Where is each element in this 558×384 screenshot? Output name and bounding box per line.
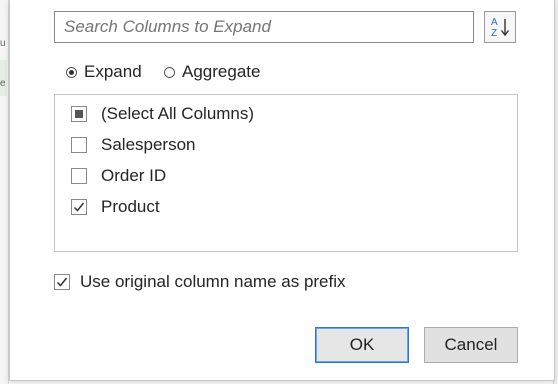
- list-item-label: Salesperson: [101, 135, 196, 154]
- radio-selected-icon: [66, 66, 77, 78]
- list-item-select-all[interactable]: (Select All Columns): [71, 101, 254, 127]
- checkmark-icon: [56, 277, 68, 287]
- checkbox-unchecked-icon[interactable]: [71, 137, 87, 153]
- sort-icon-a: A: [491, 17, 498, 28]
- list-item-label: (Select All Columns): [101, 104, 255, 123]
- expand-radio-label: Expand: [84, 62, 142, 81]
- list-item-label: Product: [101, 197, 160, 216]
- list-item-label: Order ID: [101, 166, 167, 185]
- radio-unselected-icon: [164, 66, 175, 78]
- background-glyph: e: [0, 78, 6, 89]
- cancel-button[interactable]: Cancel: [424, 327, 518, 363]
- column-list: (Select All Columns) Salesperson Order I…: [54, 94, 518, 252]
- checkbox-checked-icon[interactable]: [71, 199, 87, 215]
- sort-az-icon: A Z: [491, 17, 510, 39]
- search-columns-input[interactable]: [54, 11, 474, 43]
- prefix-option[interactable]: Use original column name as prefix: [54, 269, 346, 295]
- sort-icon-z: Z: [491, 28, 497, 39]
- expand-radio[interactable]: Expand: [66, 60, 142, 84]
- sort-az-button[interactable]: A Z: [484, 11, 516, 43]
- checkbox-partial-icon[interactable]: [71, 106, 87, 122]
- list-item-product[interactable]: Product: [71, 194, 160, 220]
- list-item-order-id[interactable]: Order ID: [71, 163, 166, 189]
- expand-columns-dialog: A Z Expand Aggregate (Select All Columns…: [9, 0, 555, 381]
- background-app-edge: u e: [0, 0, 9, 384]
- ok-button[interactable]: OK: [315, 327, 409, 363]
- prefix-option-label: Use original column name as prefix: [80, 272, 346, 291]
- aggregate-radio[interactable]: Aggregate: [164, 60, 260, 84]
- checkmark-icon: [73, 202, 85, 212]
- list-item-salesperson[interactable]: Salesperson: [71, 132, 196, 158]
- search-row: A Z: [54, 11, 530, 45]
- aggregate-radio-label: Aggregate: [182, 62, 261, 81]
- checkbox-checked-icon[interactable]: [54, 274, 70, 290]
- checkbox-unchecked-icon[interactable]: [71, 168, 87, 184]
- background-glyph: u: [0, 38, 6, 49]
